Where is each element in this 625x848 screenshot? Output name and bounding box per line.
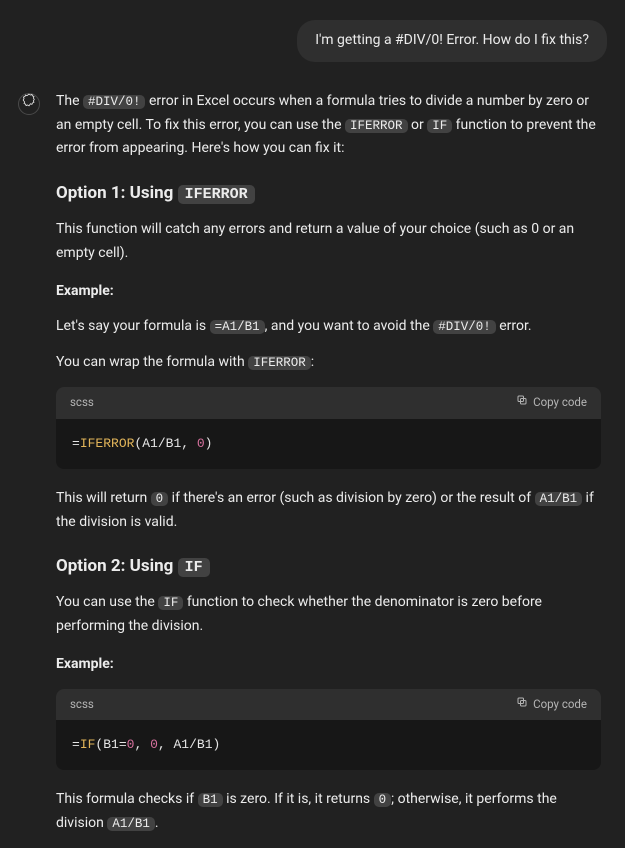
text: or bbox=[408, 117, 428, 133]
text: This will return bbox=[56, 490, 151, 506]
inline-code-zero: 0 bbox=[151, 492, 169, 506]
option2-heading: Option 2: Using IF bbox=[56, 552, 601, 581]
code-token: = bbox=[72, 737, 80, 752]
example-label: Example: bbox=[56, 280, 601, 304]
openai-logo-icon bbox=[22, 92, 36, 116]
code-token: = bbox=[72, 436, 80, 451]
inline-code-formula: =A1/B1 bbox=[210, 320, 265, 334]
example-label: Example: bbox=[56, 653, 601, 677]
text: The bbox=[56, 93, 83, 109]
copy-code-button[interactable]: Copy code bbox=[516, 393, 587, 413]
text: Let's say your formula is bbox=[56, 318, 210, 334]
code-block-1: scss Copy code =IFERROR(A1/B1, 0) bbox=[56, 387, 601, 469]
assistant-content: The #DIV/0! error in Excel occurs when a… bbox=[56, 90, 607, 848]
text: : bbox=[311, 354, 314, 370]
text: You can wrap the formula with bbox=[56, 354, 248, 370]
inline-code-div0: #DIV/0! bbox=[83, 95, 146, 109]
intro-paragraph: The #DIV/0! error in Excel occurs when a… bbox=[56, 90, 601, 161]
code-lang-label: scss bbox=[70, 393, 94, 413]
copy-code-button[interactable]: Copy code bbox=[516, 695, 587, 715]
code-token: ( bbox=[95, 737, 103, 752]
inline-code-a1b1: A1/B1 bbox=[107, 817, 155, 831]
text: error. bbox=[496, 318, 532, 334]
option1-after: This will return 0 if there's an error (… bbox=[56, 487, 601, 535]
option2-description: You can use the IF function to check whe… bbox=[56, 591, 601, 639]
code-token-num: 0 bbox=[150, 737, 158, 752]
inline-code-a1b1: A1/B1 bbox=[535, 492, 583, 506]
code-token: ) bbox=[205, 436, 213, 451]
option1-description: This function will catch any errors and … bbox=[56, 218, 601, 266]
text: , and you want to avoid the bbox=[265, 318, 434, 334]
inline-code-iferror: IFERROR bbox=[248, 356, 311, 370]
text: if there's an error (such as division by… bbox=[168, 490, 534, 506]
inline-code-iferror: IFERROR bbox=[345, 119, 408, 133]
copy-code-label: Copy code bbox=[533, 393, 587, 413]
option2-after: This formula checks if B1 is zero. If it… bbox=[56, 788, 601, 836]
inline-code-div0: #DIV/0! bbox=[433, 320, 496, 334]
text: You can use the bbox=[56, 594, 158, 610]
option1-heading: Option 1: Using IFERROR bbox=[56, 179, 601, 208]
code-body[interactable]: =IFERROR(A1/B1, 0) bbox=[56, 419, 601, 469]
assistant-message-row: The #DIV/0! error in Excel occurs when a… bbox=[18, 90, 607, 848]
code-token-fn: IF bbox=[80, 737, 96, 752]
option1-wrap-sentence: You can wrap the formula with IFERROR: bbox=[56, 351, 601, 375]
heading-code-if: IF bbox=[178, 558, 210, 577]
code-lang-label: scss bbox=[70, 695, 94, 715]
assistant-avatar bbox=[18, 93, 40, 115]
text: . bbox=[155, 815, 159, 831]
code-token: B1 bbox=[103, 737, 119, 752]
copy-icon bbox=[516, 695, 528, 715]
code-body[interactable]: =IF(B1=0, 0, A1/B1) bbox=[56, 720, 601, 770]
code-token: A1/B1 bbox=[142, 436, 181, 451]
code-token-num: 0 bbox=[197, 436, 205, 451]
heading-code-iferror: IFERROR bbox=[178, 185, 255, 204]
code-token: A1/B1 bbox=[174, 737, 213, 752]
code-token: , bbox=[158, 737, 174, 752]
heading-text: Option 2: Using bbox=[56, 556, 178, 576]
user-message-text: I'm getting a #DIV/0! Error. How do I fi… bbox=[315, 32, 589, 48]
inline-code-b1: B1 bbox=[198, 793, 223, 807]
copy-code-label: Copy code bbox=[533, 695, 587, 715]
option1-example-sentence: Let's say your formula is =A1/B1, and yo… bbox=[56, 315, 601, 339]
heading-text: Option 1: Using bbox=[56, 183, 178, 203]
inline-code-if: IF bbox=[427, 119, 452, 133]
text: This formula checks if bbox=[56, 791, 198, 807]
code-token: , bbox=[134, 737, 150, 752]
text: is zero. If it is, it returns bbox=[223, 791, 374, 807]
user-message-bubble: I'm getting a #DIV/0! Error. How do I fi… bbox=[297, 20, 607, 62]
code-header: scss Copy code bbox=[56, 387, 601, 419]
copy-icon bbox=[516, 393, 528, 413]
code-block-2: scss Copy code =IF(B1=0, 0, A1/B1) bbox=[56, 689, 601, 771]
code-token: = bbox=[119, 737, 127, 752]
code-token: , bbox=[181, 436, 197, 451]
inline-code-if: IF bbox=[158, 596, 183, 610]
code-token-fn: IFERROR bbox=[80, 436, 135, 451]
code-token-num: 0 bbox=[127, 737, 135, 752]
code-token: ) bbox=[213, 737, 221, 752]
user-message-row: I'm getting a #DIV/0! Error. How do I fi… bbox=[18, 20, 607, 62]
code-header: scss Copy code bbox=[56, 689, 601, 721]
inline-code-zero: 0 bbox=[374, 793, 392, 807]
